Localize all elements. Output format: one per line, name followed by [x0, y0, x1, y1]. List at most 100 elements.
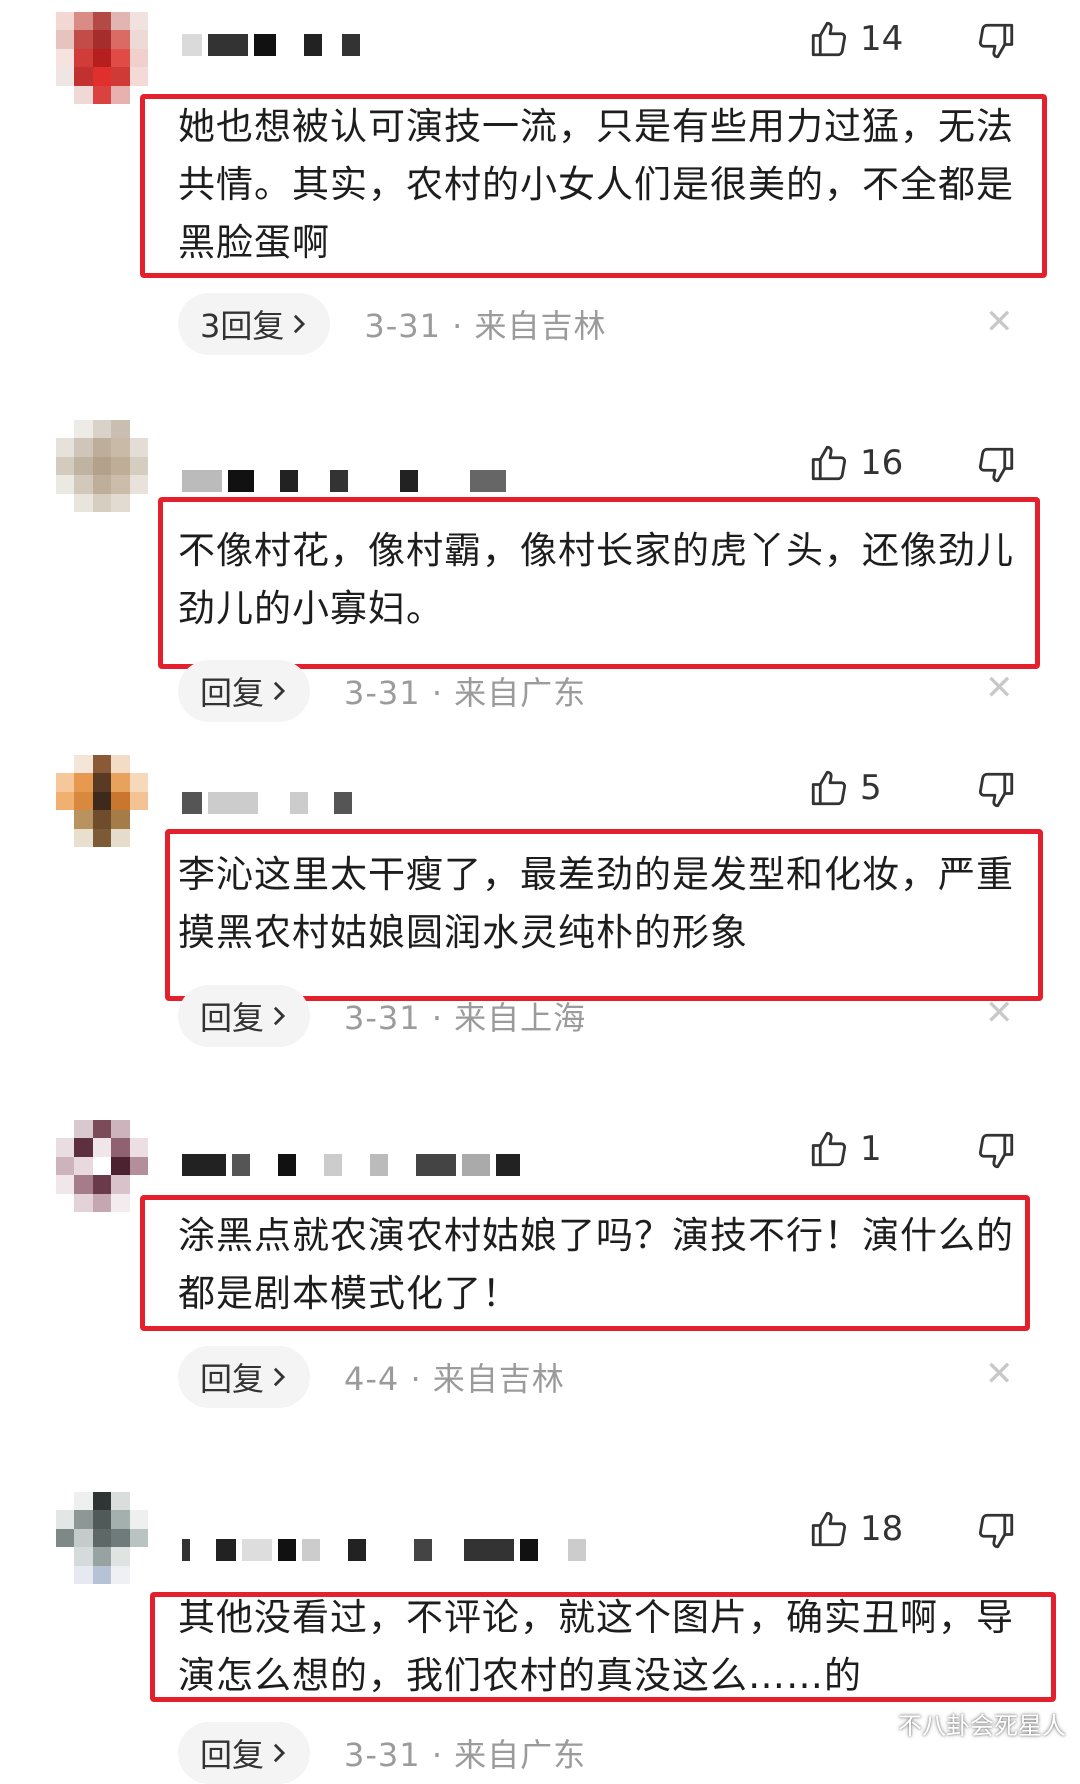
comment-meta: 回复 3-31 · 来自上海	[178, 985, 586, 1047]
avatar-mosaic-cell	[74, 1528, 93, 1548]
thumbs-down-icon	[975, 1130, 1017, 1172]
dislike-button[interactable]	[975, 1510, 1017, 1552]
close-icon[interactable]: ✕	[985, 668, 1014, 708]
avatar-mosaic-cell	[74, 1547, 93, 1566]
username-redacted[interactable]	[182, 780, 352, 814]
reply-label: 3回复	[200, 307, 285, 345]
comment-date: 3-31	[344, 999, 421, 1037]
avatar-mosaic-cell	[74, 1510, 93, 1529]
comment-text: 涂黑点就农演农村姑娘了吗？演技不行！演什么的都是剧本模式化了！	[178, 1214, 1014, 1315]
avatar-mosaic-cell	[56, 1528, 75, 1548]
avatar-mosaic-cell	[56, 828, 75, 847]
avatar-mosaic-cell	[56, 1547, 75, 1566]
avatar-mosaic-cell	[129, 1175, 148, 1194]
avatar-mosaic-cell	[56, 438, 75, 457]
avatar-mosaic-cell	[56, 773, 75, 792]
avatar-mosaic-cell	[92, 12, 112, 31]
reply-label: 回复	[200, 674, 265, 712]
thumbs-up-icon	[808, 767, 850, 809]
avatar-mosaic-cell	[129, 1138, 148, 1157]
avatar-mosaic-cell	[92, 67, 112, 86]
avatar-mosaic-cell	[129, 12, 148, 31]
avatar[interactable]	[56, 1120, 148, 1212]
avatar-mosaic-cell	[74, 755, 93, 774]
avatar-mosaic-cell	[129, 1492, 148, 1511]
avatar-mosaic-cell	[92, 438, 112, 457]
comment-date: 3-31	[364, 307, 441, 345]
reply-button[interactable]: 回复	[178, 660, 311, 722]
dislike-button[interactable]	[975, 444, 1017, 486]
avatar-mosaic-cell	[56, 30, 75, 49]
avatar-mosaic-cell	[74, 456, 93, 476]
chevron-right-icon	[290, 305, 308, 343]
avatar-mosaic-cell	[111, 1547, 130, 1566]
dislike-button[interactable]	[975, 1130, 1017, 1172]
avatar-mosaic-cell	[111, 1193, 130, 1212]
avatar[interactable]	[56, 420, 148, 512]
username-redacted[interactable]	[182, 1142, 520, 1176]
dislike-button[interactable]	[975, 20, 1017, 62]
avatar-mosaic-cell	[74, 438, 93, 457]
avatar-mosaic-cell	[74, 85, 93, 104]
avatar-mosaic-cell	[111, 773, 130, 792]
comment-meta: 3回复 3-31 · 来自吉林	[178, 293, 607, 355]
avatar[interactable]	[56, 12, 148, 104]
avatar-mosaic-cell	[56, 48, 75, 68]
avatar-mosaic-cell	[92, 1193, 112, 1212]
avatar-mosaic-cell	[129, 755, 148, 774]
avatar-mosaic-cell	[74, 1175, 93, 1194]
avatar-mosaic-cell	[129, 791, 148, 811]
like-button[interactable]: 16	[808, 442, 903, 484]
reply-button[interactable]: 回复	[178, 985, 311, 1047]
avatar-mosaic-cell	[129, 48, 148, 68]
avatar-mosaic-cell	[56, 493, 75, 512]
close-icon[interactable]: ✕	[985, 1354, 1014, 1394]
avatar-mosaic-cell	[129, 420, 148, 439]
like-button[interactable]: 5	[808, 767, 882, 809]
avatar-mosaic-cell	[74, 48, 93, 68]
username-redacted[interactable]	[182, 458, 506, 492]
watermark-text: 不八卦会死星人	[898, 1712, 1066, 1740]
avatar-mosaic-cell	[56, 67, 75, 86]
avatar-mosaic-cell	[111, 1492, 130, 1511]
avatar-mosaic-cell	[92, 1120, 112, 1139]
avatar-mosaic-cell	[92, 420, 112, 439]
avatar-mosaic-cell	[111, 438, 130, 457]
username-redacted[interactable]	[182, 22, 360, 56]
avatar[interactable]	[56, 755, 148, 847]
avatar-mosaic-cell	[74, 828, 93, 847]
like-count: 1	[860, 1129, 882, 1169]
avatar-mosaic-cell	[56, 810, 75, 829]
avatar-mosaic-cell	[129, 1156, 148, 1176]
comment-text: 李沁这里太干瘦了，最差劲的是发型和化妆，严重摸黑农村姑娘圆润水灵纯朴的形象	[178, 853, 1014, 954]
avatar-mosaic-cell	[74, 1492, 93, 1511]
reply-button[interactable]: 回复	[178, 1722, 311, 1784]
avatar-mosaic-cell	[56, 755, 75, 774]
avatar-mosaic-cell	[74, 1193, 93, 1212]
avatar-mosaic-cell	[74, 67, 93, 86]
date-location: 3-31 · 来自广东	[344, 674, 587, 712]
thumbs-up-icon	[808, 18, 850, 60]
dislike-button[interactable]	[975, 769, 1017, 811]
avatar-mosaic-cell	[111, 67, 130, 86]
reply-button[interactable]: 回复	[178, 1346, 311, 1408]
avatar-mosaic-cell	[74, 475, 93, 494]
reply-button[interactable]: 3回复	[178, 293, 331, 355]
like-button[interactable]: 18	[808, 1508, 903, 1550]
avatar-mosaic-cell	[129, 475, 148, 494]
close-icon[interactable]: ✕	[985, 993, 1014, 1033]
avatar-mosaic-cell	[111, 810, 130, 829]
like-button[interactable]: 1	[808, 1128, 882, 1170]
avatar-mosaic-cell	[111, 1528, 130, 1548]
avatar-mosaic-cell	[56, 1492, 75, 1511]
avatar[interactable]	[56, 1492, 148, 1584]
avatar-mosaic-cell	[56, 1175, 75, 1194]
like-button[interactable]: 14	[808, 18, 903, 60]
avatar-mosaic-cell	[56, 456, 75, 476]
username-redacted[interactable]	[182, 1527, 586, 1561]
close-icon[interactable]: ✕	[985, 302, 1014, 342]
avatar-mosaic-cell	[111, 48, 130, 68]
avatar-mosaic-cell	[74, 420, 93, 439]
avatar-mosaic-cell	[56, 791, 75, 811]
comment-date: 3-31	[344, 1736, 421, 1774]
